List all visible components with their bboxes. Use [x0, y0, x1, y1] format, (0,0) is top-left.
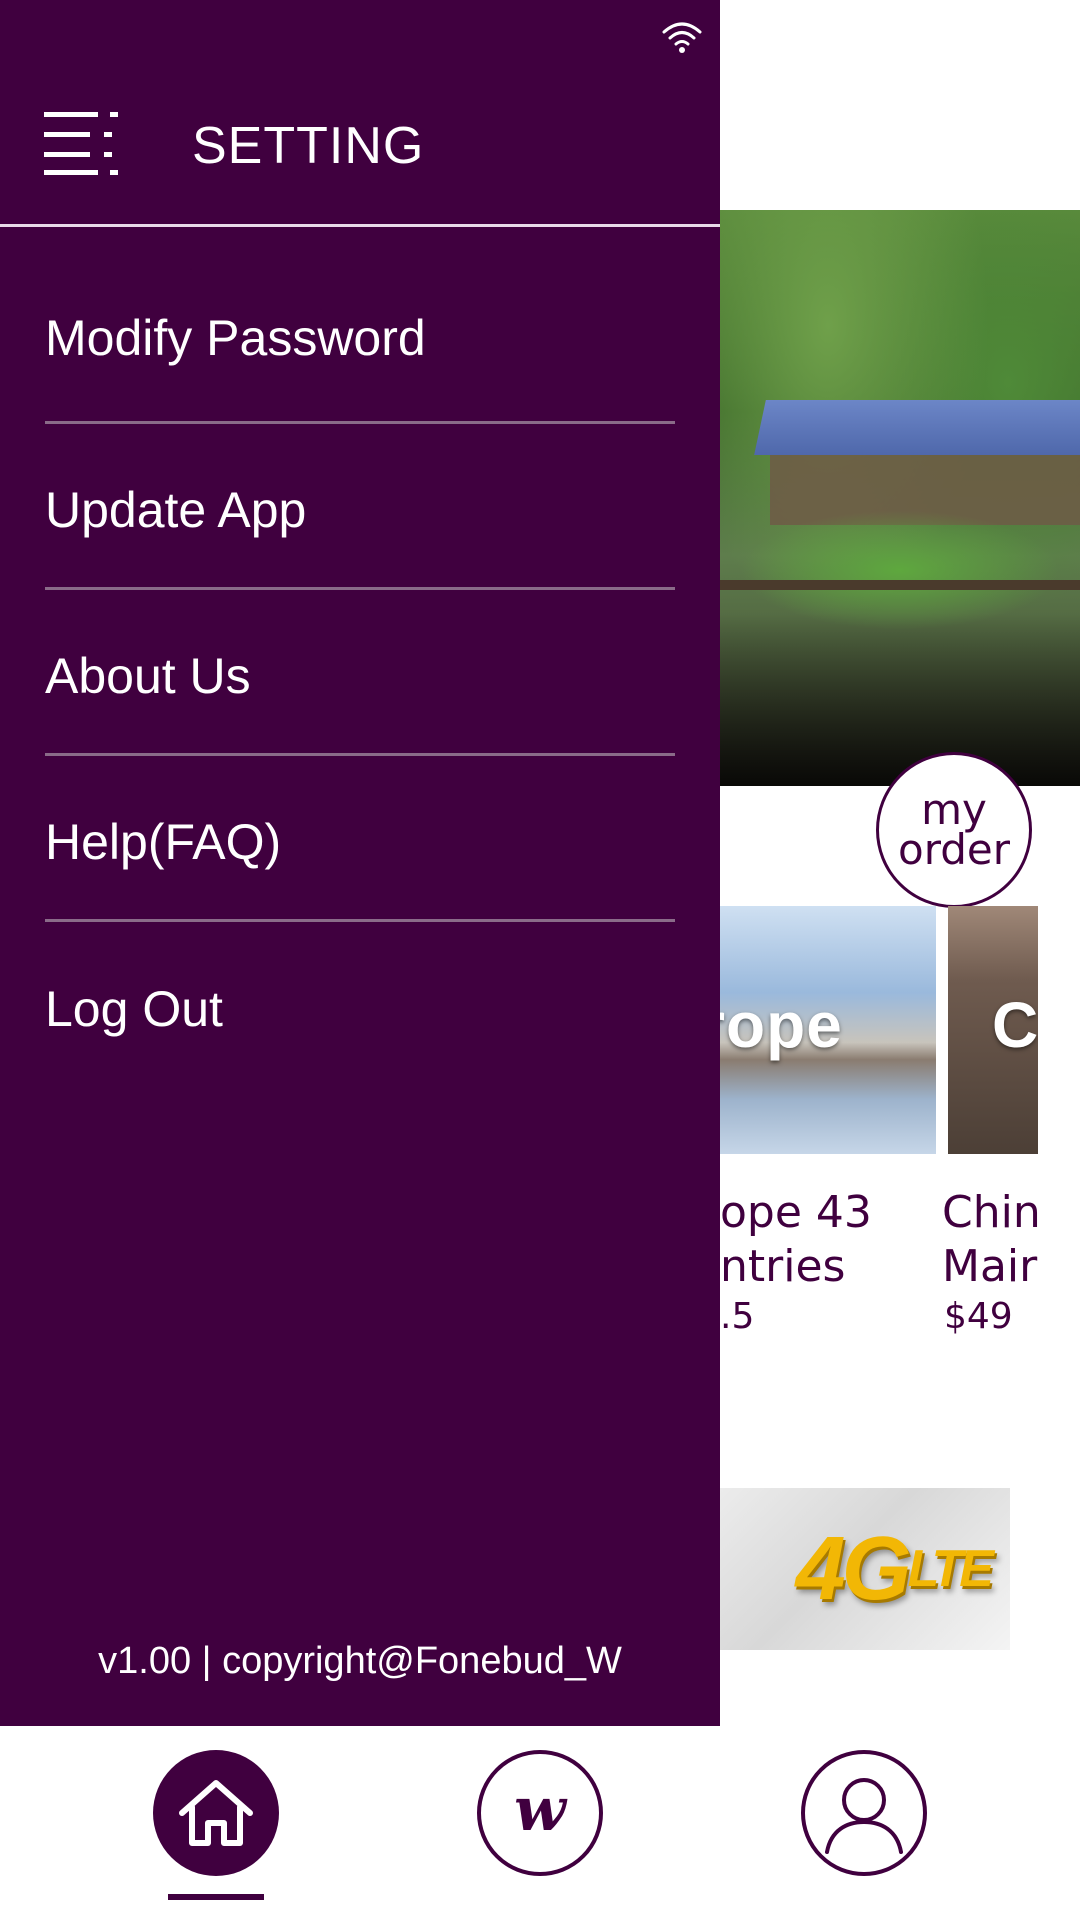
plan-card-price: $49: [944, 1296, 1013, 1337]
plan-card-image-text: C: [992, 989, 1038, 1061]
tab-profile[interactable]: [801, 1750, 927, 1876]
banner-lte-text: LTE: [907, 1540, 994, 1598]
hero-fence-shape: [720, 580, 1080, 590]
menu-item-modify-password[interactable]: Modify Password: [45, 226, 675, 424]
user-icon: [825, 1778, 903, 1854]
menu-item-help-faq[interactable]: Help(FAQ): [45, 756, 675, 922]
menu-icon[interactable]: [44, 110, 120, 176]
my-order-line1: my: [921, 785, 987, 834]
home-icon: [179, 1780, 253, 1846]
plan-card-title-line1: ope 43: [720, 1187, 872, 1238]
plan-card-title-line1: Chin: [942, 1187, 1041, 1238]
plan-card-title[interactable]: ope 43 ntries: [720, 1186, 872, 1294]
tab-brand[interactable]: w: [477, 1750, 603, 1876]
tab-home[interactable]: [153, 1750, 279, 1876]
settings-menu: Modify Password Update App About Us Help…: [45, 226, 675, 1088]
plan-card-title-line2: ntries: [720, 1241, 846, 1292]
my-order-line2: order: [898, 825, 1010, 874]
hero-roof-shape: [754, 400, 1080, 455]
menu-item-about-us[interactable]: About Us: [45, 590, 675, 756]
hero-banner-image[interactable]: [720, 210, 1080, 786]
plan-card-price: .5: [720, 1296, 755, 1337]
plan-card-title[interactable]: Chin Mair: [942, 1186, 1041, 1294]
w-logo-icon: w: [514, 1775, 566, 1845]
settings-drawer: SETTING Modify Password Update App About…: [0, 0, 720, 1726]
drawer-header: SETTING: [0, 0, 720, 226]
menu-item-log-out[interactable]: Log Out: [45, 922, 675, 1088]
my-order-button[interactable]: my order: [876, 752, 1032, 908]
version-copyright: v1.00 | copyright@Fonebud_W: [98, 1640, 622, 1682]
tab-home-indicator: [168, 1894, 264, 1900]
bottom-tab-bar: w: [0, 1726, 1080, 1920]
hero-foliage-shape: [740, 510, 1060, 630]
menu-item-update-app[interactable]: Update App: [45, 424, 675, 590]
banner-4g-text: 4G: [795, 1518, 912, 1619]
plan-card-image-china[interactable]: C: [948, 906, 1038, 1154]
plan-card-title-line2: Mair: [942, 1241, 1038, 1292]
drawer-title: SETTING: [192, 117, 425, 175]
